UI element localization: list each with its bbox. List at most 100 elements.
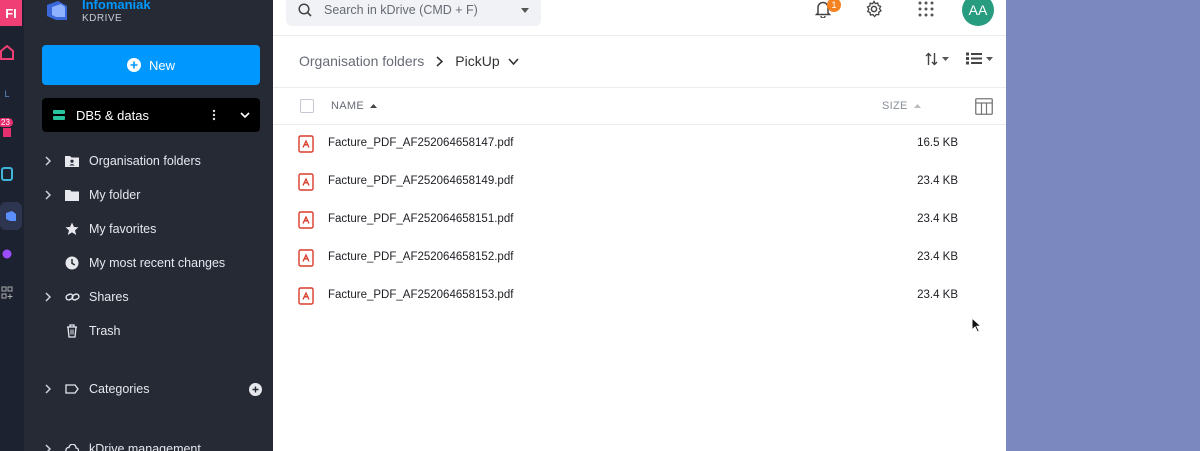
app-switch-logo[interactable]: FI <box>0 0 22 26</box>
pdf-file-icon <box>298 135 314 153</box>
sort-asc-icon <box>369 104 377 108</box>
add-category-icon[interactable] <box>249 382 262 396</box>
document-icon[interactable] <box>0 164 14 184</box>
table-header: NAME SIZE <box>273 87 1006 125</box>
brand-product: KDRIVE <box>82 12 123 24</box>
table-row[interactable]: Facture_PDF_AF252064658152.pdf 23.4 KB <box>273 239 1006 277</box>
chevron-down-icon[interactable] <box>508 57 519 65</box>
app-grid-icon <box>918 1 934 17</box>
sidebar-item-categories[interactable]: Categories <box>38 372 268 406</box>
sidebar-item-label: Organisation folders <box>89 154 201 168</box>
column-settings-icon[interactable] <box>975 98 993 115</box>
new-button-label: New <box>148 57 175 73</box>
sidebar-item-label: Shares <box>89 290 129 304</box>
sidebar-item-my-favorites[interactable]: My favorites <box>38 212 268 246</box>
sidebar-item-label: kDrive management <box>89 442 201 451</box>
sidebar-item-label: Categories <box>89 382 150 396</box>
sidebar-item-shares[interactable]: Shares <box>38 280 268 314</box>
file-name: Facture_PDF_AF252064658149.pdf <box>328 175 514 187</box>
file-name: Facture_PDF_AF252064658147.pdf <box>328 137 514 149</box>
chevron-right-icon[interactable] <box>38 384 58 394</box>
breadcrumb-current[interactable]: PickUp <box>455 53 499 69</box>
file-size: 23.4 KB <box>917 289 958 301</box>
notifications-badge: 1 <box>827 0 841 12</box>
star-icon <box>64 222 80 236</box>
home-icon[interactable] <box>0 42 14 62</box>
search-dropdown-icon[interactable] <box>521 7 529 13</box>
chevron-right-icon[interactable] <box>38 156 58 166</box>
search-placeholder: Search in kDrive (CMD + F) <box>324 3 478 17</box>
file-name: Facture_PDF_AF252064658153.pdf <box>328 289 514 301</box>
chevron-down-icon[interactable] <box>240 112 250 118</box>
sidebar-item-my-folder[interactable]: My folder <box>38 178 268 212</box>
table-row[interactable]: Facture_PDF_AF252064658151.pdf 23.4 KB <box>273 201 1006 239</box>
column-name-label: NAME <box>331 100 364 112</box>
caret-down-icon <box>942 57 949 61</box>
pdf-file-icon <box>298 249 314 267</box>
file-size: 23.4 KB <box>917 213 958 225</box>
sidebar-item-label: Trash <box>89 324 121 338</box>
app-badge-text: FI <box>5 5 17 21</box>
new-button[interactable]: New <box>42 45 260 85</box>
gear-icon <box>866 0 882 18</box>
brand-name: Infomaniak <box>82 0 151 13</box>
view-mode-button[interactable] <box>966 52 993 65</box>
search-icon <box>298 3 312 17</box>
sort-icon <box>925 52 938 66</box>
mouse-cursor-icon <box>971 317 982 333</box>
table-row[interactable]: Facture_PDF_AF252064658153.pdf 23.4 KB <box>273 277 1006 315</box>
drive-options-icon[interactable] <box>212 109 232 121</box>
pdf-file-icon <box>298 173 314 191</box>
avatar[interactable]: AA <box>962 0 994 26</box>
clock-icon <box>64 256 80 270</box>
column-size-header[interactable]: SIZE <box>882 100 921 112</box>
column-name-header[interactable]: NAME <box>331 100 377 112</box>
drive-icon <box>52 109 66 121</box>
sidebar-item-organisation-folders[interactable]: Organisation folders <box>38 144 268 178</box>
column-size-label: SIZE <box>882 100 908 112</box>
kdrive-logo-icon <box>47 1 67 20</box>
link-icon <box>64 292 80 302</box>
file-name: Facture_PDF_AF252064658152.pdf <box>328 251 514 263</box>
sidebar-item-label: My folder <box>89 188 141 202</box>
chevron-right-icon[interactable] <box>38 190 58 200</box>
cloud-icon <box>64 444 80 451</box>
settings-button[interactable] <box>865 0 883 18</box>
add-app-icon[interactable] <box>0 284 14 304</box>
sidebar: Infomaniak KDRIVE New DB5 & datas Organi… <box>24 0 273 451</box>
mail-label: L <box>4 89 10 99</box>
file-name: Facture_PDF_AF252064658151.pdf <box>328 213 514 225</box>
notifications-button[interactable]: 1 <box>815 0 841 20</box>
pdf-file-icon <box>298 211 314 229</box>
brand[interactable]: Infomaniak KDRIVE <box>44 0 151 28</box>
select-all-checkbox[interactable] <box>300 99 314 113</box>
file-size: 16.5 KB <box>917 137 958 149</box>
main-panel: Search in kDrive (CMD + F) 1 AA Organisa… <box>273 0 1006 451</box>
sidebar-item-label: My favorites <box>89 222 157 236</box>
tag-icon <box>64 384 80 394</box>
mail-icon[interactable]: L <box>0 84 14 104</box>
calendar-badge: 23 <box>0 118 13 127</box>
file-size: 23.4 KB <box>917 251 958 263</box>
table-row[interactable]: Facture_PDF_AF252064658147.pdf 16.5 KB <box>273 125 1006 163</box>
apps-button[interactable] <box>918 1 934 17</box>
sidebar-item-kdrive-management[interactable]: kDrive management <box>38 437 268 451</box>
kdrive-icon[interactable] <box>0 202 22 230</box>
drive-selector[interactable]: DB5 & datas <box>42 98 260 132</box>
chevron-right-icon[interactable] <box>38 292 58 302</box>
sort-button[interactable] <box>925 52 949 66</box>
search-input[interactable]: Search in kDrive (CMD + F) <box>286 0 541 26</box>
pdf-file-icon <box>298 287 314 305</box>
sidebar-nav: Organisation folders My folder My favori… <box>38 144 268 348</box>
shared-folder-icon <box>64 155 80 167</box>
table-row[interactable]: Facture_PDF_AF252064658149.pdf 23.4 KB <box>273 163 1006 201</box>
list-view-icon <box>966 52 982 65</box>
chevron-right-icon[interactable] <box>38 444 58 451</box>
circle-app-icon[interactable] <box>0 244 14 264</box>
calendar-icon[interactable]: 23 <box>0 118 14 142</box>
sidebar-item-recent-changes[interactable]: My most recent changes <box>38 246 268 280</box>
breadcrumb-parent[interactable]: Organisation folders <box>299 53 424 69</box>
caret-down-icon <box>986 56 993 61</box>
app-rail: FI L 23 <box>0 0 24 451</box>
sidebar-item-trash[interactable]: Trash <box>38 314 268 348</box>
